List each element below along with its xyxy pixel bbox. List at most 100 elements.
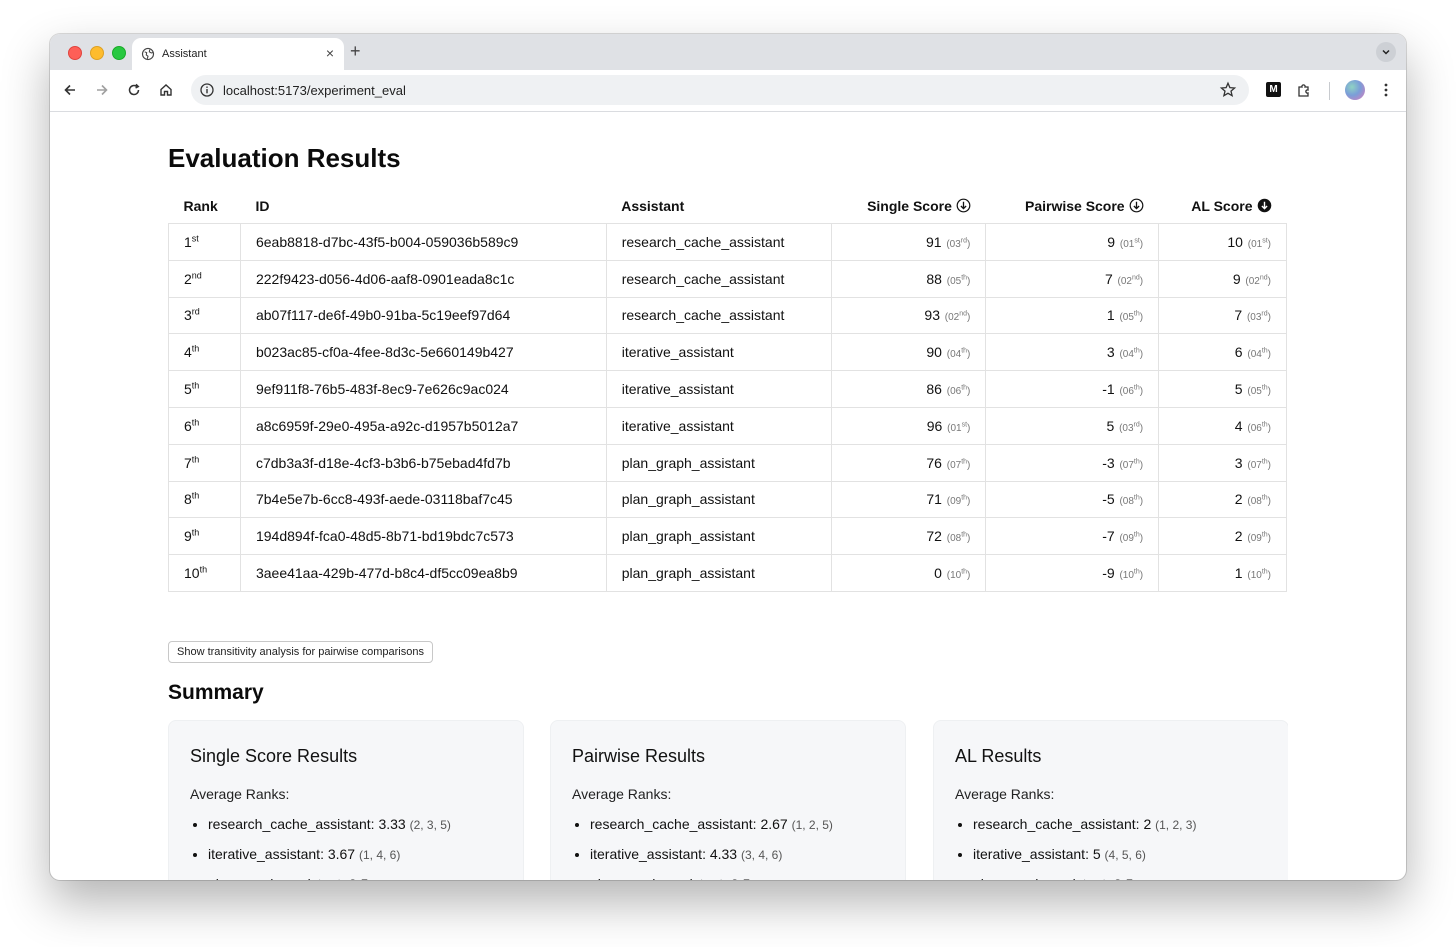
al-score-cell: 1 (10th) (1158, 554, 1287, 592)
al-score-cell: 2 (09th) (1158, 517, 1287, 556)
al-score-cell: 5 (05th) (1158, 370, 1287, 408)
globe-icon (141, 47, 155, 61)
col-header-assistant: Assistant (606, 189, 832, 224)
col-header-pairwise-score[interactable]: Pairwise Score (985, 189, 1159, 224)
forward-button[interactable] (92, 80, 112, 100)
pairwise-score-cell: 5 (03rd) (985, 406, 1160, 445)
table-row: 7th c7db3a3f-d18e-4cf3-b3b6-b75ebad4fd7b p… (168, 443, 1287, 482)
single-score-cell-value: 91 (925, 233, 942, 250)
single-score-cell-value: 76 (926, 454, 942, 471)
al-score-cell-value: 10 (1227, 233, 1243, 250)
arrow-left-icon (64, 84, 75, 96)
al-score-cell: 7 (03rd) (1158, 296, 1287, 335)
pairwise-score-cell-value: 5 (1106, 417, 1115, 434)
new-tab-button[interactable]: + (350, 41, 361, 61)
id-cell: b023ac85-cf0a-4fee-8d3c-5e660149b427 (239, 333, 607, 372)
bookmark-star-icon[interactable] (1219, 81, 1237, 99)
single-score-cell-value: 90 (926, 344, 942, 361)
close-tab-icon[interactable]: × (326, 45, 334, 61)
pairwise-score-cell: -7 (09th) (985, 517, 1160, 556)
single-score-cell: 71 (09th) (830, 480, 987, 519)
single-score-cell: 88 (05th) (830, 259, 987, 298)
summary-card-title: Pairwise Results (572, 746, 706, 766)
average-rank-item: research_cache_assistant: 2.67 (1, 2, 5) (590, 810, 890, 840)
address-bar[interactable]: localhost:5173/experiment_eval (191, 75, 1249, 105)
page-title: Evaluation Results (168, 143, 401, 173)
id-cell: 3aee41aa-429b-477d-b8c4-df5cc09ea8b9 (239, 554, 607, 592)
pairwise-score-cell-rank: (10th) (1116, 568, 1144, 582)
rank-cell: 5th (168, 370, 241, 408)
single-score-cell-rank: (01st) (944, 421, 971, 434)
average-rank-item: iterative_assistant: 3.67 (1, 4, 6) (208, 840, 508, 870)
single-score-cell: 90 (04th) (830, 333, 987, 372)
pairwise-score-cell-rank: (07th) (1116, 458, 1144, 471)
browser-menu-button[interactable] (1376, 80, 1396, 100)
site-info-icon[interactable] (199, 82, 215, 98)
assistant-cell: research_cache_assistant (605, 223, 832, 261)
home-button[interactable] (156, 80, 176, 100)
pairwise-score-cell-value: -1 (1102, 381, 1115, 398)
extensions-button[interactable] (1294, 80, 1314, 100)
average-rank-item: plan_graph_assistant: 8.5 (7, 8, 9, 10) (590, 870, 890, 880)
col-header-single-score[interactable]: Single Score (831, 189, 986, 224)
rank-cell: 9th (168, 517, 241, 556)
single-score-cell-rank: (08th) (943, 531, 971, 545)
profile-avatar[interactable] (1345, 80, 1365, 100)
single-score-cell-rank: (03rd) (943, 237, 971, 250)
results-table: Rank ID Assistant Single Score Pairwise … (168, 189, 1287, 592)
pairwise-score-cell-rank: (06th) (1116, 384, 1144, 398)
assistant-cell: plan_graph_assistant (605, 554, 832, 592)
average-ranks-list: research_cache_assistant: 2 (1, 2, 3)ite… (955, 810, 1273, 880)
close-window-button[interactable] (68, 46, 82, 60)
pairwise-score-cell-value: -9 (1102, 565, 1115, 582)
tab-search-button[interactable] (1376, 42, 1396, 62)
single-score-cell: 86 (06th) (830, 370, 987, 408)
al-score-cell-value: 6 (1234, 344, 1243, 361)
page-content: Evaluation Results Rank ID Assistant Sin… (168, 111, 1288, 880)
pairwise-score-cell-rank: (05th) (1116, 311, 1144, 324)
pairwise-score-cell-value: 1 (1106, 307, 1115, 324)
arrow-right-icon (97, 84, 108, 96)
al-score-cell-value: 5 (1234, 381, 1243, 398)
tab-assistant[interactable]: Assistant × (132, 38, 344, 70)
average-rank-item: plan_graph_assistant: 8.5 (7, 8, 9, 10) (208, 870, 508, 880)
al-score-cell: 10 (01st) (1158, 223, 1287, 261)
reload-button[interactable] (124, 80, 144, 100)
summary-cards: Single Score Results Average Ranks: resear… (168, 720, 1288, 880)
table-row: 8th 7b4e5e7b-6cc8-493f-aede-03118baf7c45 p… (168, 480, 1287, 519)
al-score-cell-rank: (09th) (1244, 531, 1271, 545)
single-score-cell-rank: (07th) (943, 458, 971, 471)
single-score-cell-rank: (06th) (943, 384, 971, 398)
average-rank-item: iterative_assistant: 5 (4, 5, 6) (973, 840, 1273, 870)
id-cell: 7b4e5e7b-6cc8-493f-aede-03118baf7c45 (239, 480, 607, 519)
al-score-cell-rank: (05th) (1244, 384, 1271, 398)
al-score-cell-rank: (04th) (1244, 347, 1271, 361)
id-cell: ab07f117-de6f-49b0-91ba-5c19eef97d64 (239, 296, 607, 335)
pairwise-score-cell: -3 (07th) (985, 443, 1160, 482)
col-header-al-score[interactable]: AL Score (1158, 189, 1287, 224)
pairwise-score-cell-value: -5 (1102, 491, 1115, 508)
al-score-cell: 6 (04th) (1158, 333, 1287, 372)
single-score-cell-value: 71 (926, 491, 942, 508)
average-ranks-label: Average Ranks: (190, 786, 290, 802)
al-score-cell-value: 9 (1232, 270, 1241, 287)
transitivity-analysis-button[interactable]: Show transitivity analysis for pairwise … (168, 641, 433, 663)
window-controls (68, 46, 126, 60)
extension-m-icon[interactable]: M (1266, 82, 1281, 97)
home-icon (160, 84, 172, 96)
table-row: 6th a8c6959f-29e0-495a-a92c-d1957b5012a7 i… (168, 406, 1287, 445)
average-ranks-list: research_cache_assistant: 2.67 (1, 2, 5)… (572, 810, 890, 880)
back-button[interactable] (60, 80, 80, 100)
pairwise-score-cell-rank: (09th) (1116, 531, 1144, 545)
al-score-cell-value: 3 (1234, 454, 1243, 471)
al-score-cell: 9 (02nd) (1158, 259, 1287, 298)
pairwise-score-cell-rank: (01st) (1117, 237, 1144, 250)
pairwise-score-cell-rank: (03rd) (1116, 421, 1144, 434)
tab-strip: Assistant × + (50, 34, 1406, 70)
minimize-window-button[interactable] (90, 46, 104, 60)
single-score-cell-rank: (05th) (943, 274, 971, 287)
maximize-window-button[interactable] (112, 46, 126, 60)
pairwise-score-cell: -9 (10th) (985, 554, 1160, 592)
al-score-cell-rank: (01st) (1244, 237, 1271, 250)
al-score-cell-value: 2 (1234, 491, 1243, 508)
